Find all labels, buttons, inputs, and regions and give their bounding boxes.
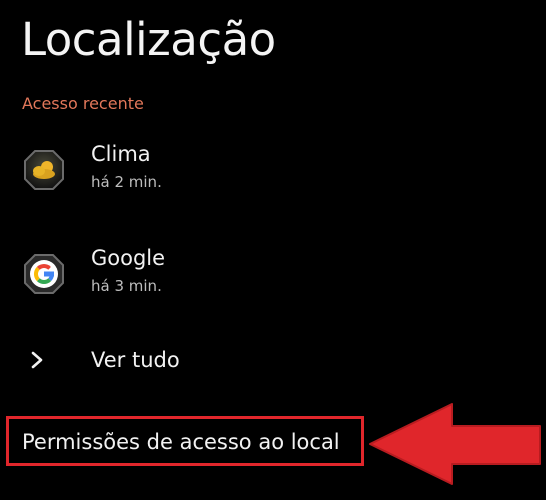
google-app-icon: [23, 253, 65, 295]
chevron-right-icon: [29, 350, 45, 370]
location-permissions-item[interactable]: Permissões de acesso ao local: [0, 410, 546, 474]
see-all-button[interactable]: Ver tudo: [0, 336, 546, 384]
app-access-time: há 3 min.: [91, 277, 162, 295]
app-name: Google: [91, 246, 166, 270]
page-title: Localização: [21, 13, 276, 66]
app-access-time: há 2 min.: [91, 173, 162, 191]
see-all-label: Ver tudo: [91, 348, 180, 372]
app-name: Clima: [91, 142, 151, 166]
location-permissions-label: Permissões de acesso ao local: [22, 430, 340, 454]
recent-app-item-clima[interactable]: Clima há 2 min.: [0, 134, 546, 206]
section-header-recent-access: Acesso recente: [22, 94, 144, 113]
recent-app-item-google[interactable]: Google há 3 min.: [0, 238, 546, 310]
weather-app-icon: [23, 149, 65, 191]
